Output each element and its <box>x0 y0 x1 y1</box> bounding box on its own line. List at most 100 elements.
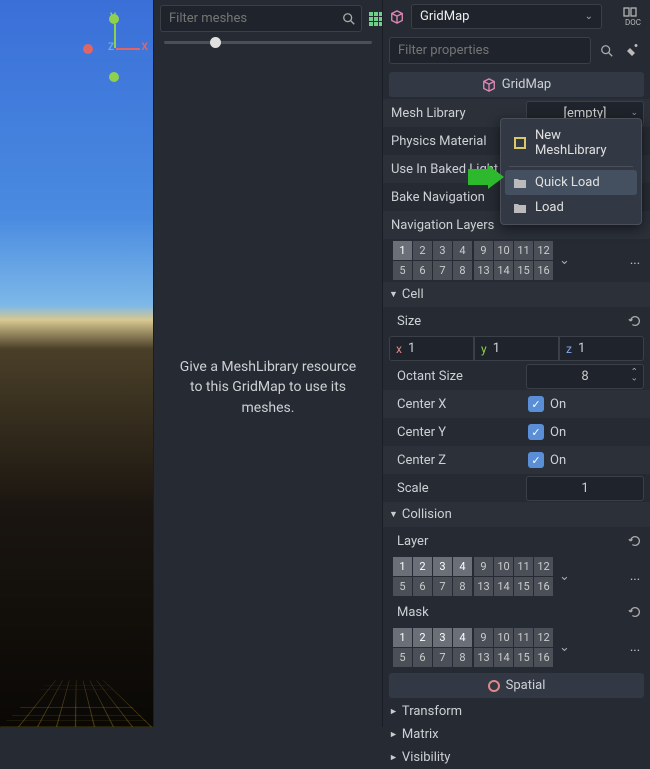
layer-cell-14[interactable]: 14 <box>494 648 513 667</box>
slider-thumb[interactable] <box>210 37 221 48</box>
layer-cell-7[interactable]: 7 <box>433 577 452 596</box>
size-z-input[interactable]: z1 <box>559 336 644 361</box>
layer-expand-icon[interactable]: ⌄ <box>555 640 574 655</box>
center-y-checkbox[interactable]: ✓ <box>528 424 544 440</box>
layer-cell-11[interactable]: 11 <box>514 628 533 647</box>
center-x-label: Center X <box>389 397 526 412</box>
layer-cell-4[interactable]: 4 <box>453 557 472 576</box>
layer-cell-6[interactable]: 6 <box>413 577 432 596</box>
layer-cell-5[interactable]: 5 <box>393 648 412 667</box>
layer-cell-1[interactable]: 1 <box>393 628 412 647</box>
layer-cell-11[interactable]: 11 <box>514 241 533 260</box>
size-y-input[interactable]: y1 <box>474 336 559 361</box>
layer-more-icon[interactable]: ... <box>626 253 644 268</box>
layer-cell-15[interactable]: 15 <box>514 261 533 280</box>
layer-cell-16[interactable]: 16 <box>534 577 553 596</box>
layer-cell-12[interactable]: 12 <box>534 628 553 647</box>
layer-cell-5[interactable]: 5 <box>393 261 412 280</box>
viewport-3d[interactable]: Y Z X <box>0 0 153 727</box>
center-x-checkbox[interactable]: ✓ <box>528 396 544 412</box>
layer-cell-3[interactable]: 3 <box>433 628 452 647</box>
size-y-value: 1 <box>493 341 500 356</box>
layer-cell-13[interactable]: 13 <box>474 577 493 596</box>
layer-cell-7[interactable]: 7 <box>433 261 452 280</box>
layer-cell-3[interactable]: 3 <box>433 557 452 576</box>
layer-cell-13[interactable]: 13 <box>474 648 493 667</box>
y-axis-line <box>114 24 116 48</box>
tools-icon[interactable] <box>624 43 644 59</box>
spatial-section-header: Spatial <box>389 673 644 698</box>
layer-more-icon[interactable]: ... <box>626 640 644 655</box>
layer-cell-4[interactable]: 4 <box>453 628 472 647</box>
layer-cell-10[interactable]: 10 <box>494 557 513 576</box>
axis-gizmo[interactable]: Y Z X <box>78 12 148 82</box>
layer-cell-5[interactable]: 5 <box>393 577 412 596</box>
filter-properties-input[interactable] <box>389 37 591 64</box>
layer-cell-11[interactable]: 11 <box>514 557 533 576</box>
layer-cell-8[interactable]: 8 <box>453 261 472 280</box>
reset-icon[interactable] <box>628 605 644 619</box>
layer-cell-1[interactable]: 1 <box>393 241 412 260</box>
quick-load-item[interactable]: Quick Load <box>505 170 637 195</box>
layer-cell-15[interactable]: 15 <box>514 577 533 596</box>
layer-cell-9[interactable]: 9 <box>474 628 493 647</box>
layer-cell-9[interactable]: 9 <box>474 557 493 576</box>
layer-cell-1[interactable]: 1 <box>393 557 412 576</box>
layer-cell-6[interactable]: 6 <box>413 261 432 280</box>
neg-x-axis-dot[interactable] <box>83 44 93 54</box>
size-z-value: 1 <box>578 341 585 356</box>
new-meshlibrary-label: New MeshLibrary <box>535 128 629 158</box>
layer-cell-12[interactable]: 12 <box>534 241 553 260</box>
resource-context-menu: New MeshLibrary Quick Load Load <box>500 118 642 225</box>
layer-more-icon[interactable]: ... <box>626 569 644 584</box>
reset-icon[interactable] <box>628 534 644 548</box>
layer-cell-7[interactable]: 7 <box>433 648 452 667</box>
layer-cell-8[interactable]: 8 <box>453 577 472 596</box>
docs-icon[interactable]: DOC <box>622 6 644 27</box>
layer-cell-13[interactable]: 13 <box>474 261 493 280</box>
layer-cell-9[interactable]: 9 <box>474 241 493 260</box>
transform-fold[interactable]: ▼ Transform <box>383 700 650 723</box>
filter-meshes-input[interactable] <box>160 5 362 32</box>
load-item[interactable]: Load <box>505 195 637 220</box>
visibility-fold[interactable]: ▼ Visibility <box>383 746 650 769</box>
new-meshlibrary-item[interactable]: New MeshLibrary <box>505 123 637 163</box>
quick-load-label: Quick Load <box>535 175 600 190</box>
size-x-input[interactable]: x1 <box>389 336 474 361</box>
layer-cell-3[interactable]: 3 <box>433 241 452 260</box>
scale-input[interactable]: 1 <box>526 476 644 501</box>
collision-title: Collision <box>402 507 452 522</box>
layer-expand-icon[interactable]: ⌄ <box>555 569 574 584</box>
layer-cell-12[interactable]: 12 <box>534 557 553 576</box>
layer-cell-2[interactable]: 2 <box>413 628 432 647</box>
layer-cell-16[interactable]: 16 <box>534 648 553 667</box>
octant-size-input[interactable]: 8 ⌃⌄ <box>526 364 644 389</box>
layer-cell-6[interactable]: 6 <box>413 648 432 667</box>
gridmap-section-header: GridMap <box>389 72 644 97</box>
reset-icon[interactable] <box>628 314 644 328</box>
layer-cell-2[interactable]: 2 <box>413 241 432 260</box>
matrix-fold[interactable]: ▼ Matrix <box>383 723 650 746</box>
neg-y-axis-dot[interactable] <box>109 72 119 82</box>
layer-cell-2[interactable]: 2 <box>413 557 432 576</box>
layer-cell-15[interactable]: 15 <box>514 648 533 667</box>
node-selector[interactable]: GridMap ⌄ <box>411 4 602 29</box>
gridmap-icon <box>482 78 496 92</box>
cell-fold-header[interactable]: ▼ Cell <box>383 282 650 307</box>
layer-expand-icon[interactable]: ⌄ <box>555 253 574 268</box>
folder-icon <box>513 176 527 190</box>
layer-cell-16[interactable]: 16 <box>534 261 553 280</box>
inspector-panel: GridMap ⌄ DOC GridMap Mesh Library [empt… <box>382 0 650 727</box>
center-z-checkbox[interactable]: ✓ <box>528 452 544 468</box>
layer-cell-14[interactable]: 14 <box>494 577 513 596</box>
visibility-label: Visibility <box>402 750 451 765</box>
layer-cell-14[interactable]: 14 <box>494 261 513 280</box>
thumbnail-size-slider[interactable] <box>164 41 372 44</box>
layer-cell-10[interactable]: 10 <box>494 628 513 647</box>
mesh-panel: Give a MeshLibrary resource to this Grid… <box>153 0 382 727</box>
layer-cell-10[interactable]: 10 <box>494 241 513 260</box>
collision-fold-header[interactable]: ▼ Collision <box>383 502 650 527</box>
layer-cell-8[interactable]: 8 <box>453 648 472 667</box>
layer-cell-4[interactable]: 4 <box>453 241 472 260</box>
triangle-down-icon: ▼ <box>389 289 398 300</box>
